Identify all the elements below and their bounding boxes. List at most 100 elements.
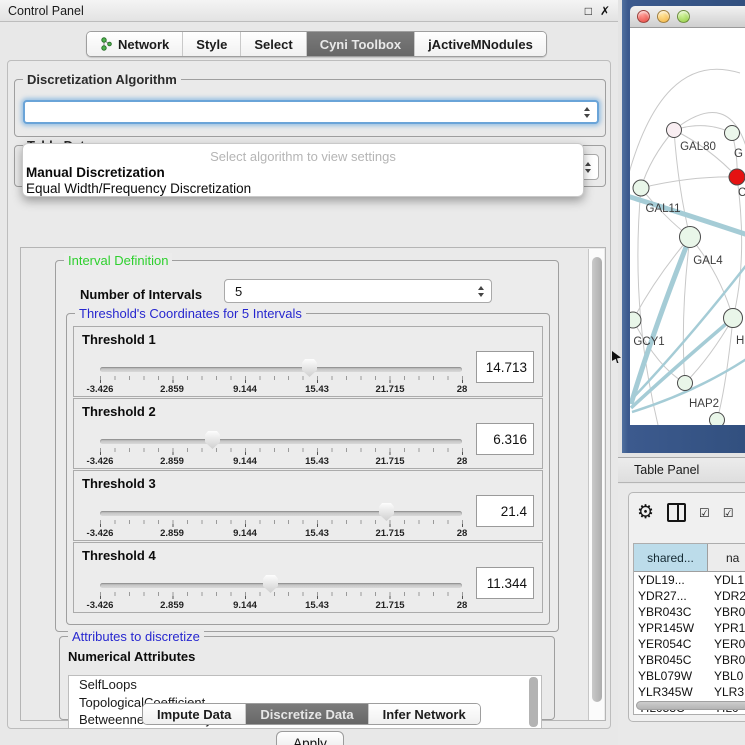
column-header-shared-name[interactable]: shared... bbox=[634, 544, 708, 571]
table-row[interactable]: YPR145W YPR1 bbox=[634, 620, 745, 636]
table-row[interactable]: YDL19... YDL1 bbox=[634, 572, 745, 588]
network-icon bbox=[100, 37, 113, 51]
list-item[interactable]: SelfLoops bbox=[69, 676, 541, 694]
table-panel-titlebar: Table Panel bbox=[618, 457, 745, 483]
cell-shared-name: YDL19... bbox=[634, 573, 708, 587]
node-gal4[interactable] bbox=[680, 227, 701, 248]
slider-ticks-minor bbox=[100, 592, 463, 596]
num-intervals-label: Number of Intervals bbox=[80, 287, 202, 302]
tick-label: -3.426 bbox=[70, 600, 130, 611]
node-red-selected[interactable] bbox=[729, 169, 745, 185]
node-gcy1[interactable] bbox=[630, 312, 641, 328]
column-header-name[interactable]: na bbox=[708, 544, 745, 571]
tick-label: 9.144 bbox=[215, 384, 275, 395]
table-horizontal-scrollbar[interactable] bbox=[636, 701, 745, 710]
table-row[interactable]: YBL079W YBL0 bbox=[634, 668, 745, 684]
node-top-right[interactable] bbox=[725, 126, 740, 141]
table-row[interactable]: YER054C YER0 bbox=[634, 636, 745, 652]
control-panel-window: Control Panel □ ✗ Network bbox=[0, 0, 618, 745]
cyni-content-frame: Discretization Algorithm Table Data galF… bbox=[7, 60, 611, 729]
cell-name: YBR0 bbox=[708, 653, 745, 667]
table-row[interactable]: YBR043C YBR0 bbox=[634, 604, 745, 620]
threshold-2-label: Threshold 2 bbox=[82, 404, 156, 419]
tab-style[interactable]: Style bbox=[183, 32, 241, 56]
minimize-traffic-light-icon[interactable] bbox=[657, 10, 670, 23]
tab-jactivemnodules-label: jActiveMNodules bbox=[428, 37, 533, 52]
zoom-traffic-light-icon[interactable] bbox=[677, 10, 690, 23]
settings-scrollbar[interactable] bbox=[588, 249, 604, 720]
threshold-2-slider-thumb[interactable] bbox=[205, 431, 220, 449]
tick-label: -3.426 bbox=[70, 384, 130, 395]
cell-shared-name: YBR043C bbox=[634, 605, 708, 619]
threshold-1-slider-thumb[interactable] bbox=[302, 359, 317, 377]
threshold-2-slider-track[interactable] bbox=[100, 439, 462, 444]
close-window-icon[interactable]: ✗ bbox=[600, 5, 610, 17]
cell-shared-name: YLR345W bbox=[634, 685, 708, 699]
slider-ticks-minor bbox=[100, 520, 463, 524]
threshold-3-slider-track[interactable] bbox=[100, 511, 462, 516]
tab-select[interactable]: Select bbox=[241, 32, 306, 56]
checkbox-icon[interactable]: ☑ bbox=[723, 507, 734, 519]
threshold-4-slider-track[interactable] bbox=[100, 583, 462, 588]
threshold-2-value-field[interactable]: 6.316 bbox=[476, 423, 534, 455]
tick-label: 21.715 bbox=[360, 528, 420, 539]
combo-stepper-icon bbox=[585, 162, 591, 173]
cell-name: YDR2 bbox=[708, 589, 745, 603]
tab-impute-data[interactable]: Impute Data bbox=[143, 704, 246, 724]
apply-button[interactable]: Apply bbox=[276, 731, 344, 745]
threshold-3-label: Threshold 3 bbox=[82, 476, 156, 491]
attributes-group-title: Attributes to discretize bbox=[68, 629, 204, 644]
tab-jactivemnodules[interactable]: jActiveMNodules bbox=[415, 32, 546, 56]
network-canvas[interactable]: GAL80 G GAL11 C GAL4 GCY1 H HAP2 bbox=[630, 28, 745, 425]
table-row[interactable]: YDR27... YDR2 bbox=[634, 588, 745, 604]
threshold-4-value-field[interactable]: 11.344 bbox=[476, 567, 534, 599]
threshold-4-slider-thumb[interactable] bbox=[263, 575, 278, 593]
node-bottom[interactable] bbox=[710, 413, 725, 426]
table-row[interactable]: YBR045C YBR0 bbox=[634, 652, 745, 668]
node-hap2[interactable] bbox=[678, 376, 693, 391]
threshold-1-panel: Threshold 1 -3.426 2.859 9.144 15.43 21.… bbox=[73, 326, 543, 397]
threshold-3-panel: Threshold 3 -3.426 2.859 9.144 15.43 21.… bbox=[73, 470, 543, 541]
settings-scrollpane: Interval Definition Number of Intervals … bbox=[20, 247, 606, 721]
node-attribute-table[interactable]: shared... na YDL19... YDL1 YDR27... YDR2… bbox=[633, 543, 745, 715]
node-label: GAL4 bbox=[693, 255, 723, 267]
num-intervals-combobox[interactable]: 5 bbox=[224, 279, 492, 303]
tab-network[interactable]: Network bbox=[87, 32, 183, 56]
num-intervals-value: 5 bbox=[235, 284, 242, 299]
gear-icon[interactable]: ⚙ bbox=[637, 503, 654, 522]
checkbox-icon[interactable]: ☑ bbox=[699, 507, 710, 519]
threshold-1-slider-track[interactable] bbox=[100, 367, 462, 372]
split-columns-icon[interactable] bbox=[667, 503, 686, 522]
node-label: G bbox=[734, 148, 743, 160]
threshold-1-label: Threshold 1 bbox=[82, 332, 156, 347]
threshold-3-value-field[interactable]: 21.4 bbox=[476, 495, 534, 527]
cyni-bottom-tabbar: Impute Data Discretize Data Infer Networ… bbox=[142, 703, 481, 725]
tick-label: 2.859 bbox=[142, 600, 202, 611]
dropdown-option-manual-discretization[interactable]: Manual Discretization bbox=[23, 164, 583, 180]
dropdown-option-equal-width-frequency[interactable]: Equal Width/Frequency Discretization bbox=[23, 180, 583, 196]
table-panel-toolbar: ⚙ ☑ ☑ bbox=[637, 503, 734, 522]
tab-cyni-toolbox[interactable]: Cyni Toolbox bbox=[307, 32, 415, 56]
screen: Control Panel □ ✗ Network bbox=[0, 0, 745, 745]
table-row[interactable]: YLR345W YLR3 bbox=[634, 684, 745, 700]
node-h[interactable] bbox=[724, 309, 743, 328]
table-panel-title: Table Panel bbox=[634, 463, 699, 477]
threshold-1-value-field[interactable]: 14.713 bbox=[476, 351, 534, 383]
node-gal11[interactable] bbox=[633, 180, 649, 196]
tick-label: 28 bbox=[432, 384, 492, 395]
threshold-3-slider-thumb[interactable] bbox=[379, 503, 394, 521]
tick-label: 28 bbox=[432, 600, 492, 611]
node-gal80[interactable] bbox=[667, 123, 682, 138]
settings-scrollbar-thumb[interactable] bbox=[592, 257, 602, 702]
thresholds-groupbox: Threshold's Coordinates for 5 Intervals … bbox=[66, 313, 550, 625]
tick-label: 9.144 bbox=[215, 528, 275, 539]
attributes-list-scrollbar[interactable] bbox=[529, 677, 538, 727]
tick-label: 15.43 bbox=[287, 384, 347, 395]
tab-infer-network[interactable]: Infer Network bbox=[369, 704, 480, 724]
threshold-2-panel: Threshold 2 -3.426 2.859 9.144 15.43 21.… bbox=[73, 398, 543, 469]
algorithm-combobox[interactable] bbox=[23, 100, 599, 124]
close-traffic-light-icon[interactable] bbox=[637, 10, 650, 23]
tick-label: 21.715 bbox=[360, 384, 420, 395]
tab-discretize-data[interactable]: Discretize Data bbox=[246, 704, 368, 724]
float-window-icon[interactable]: □ bbox=[585, 5, 592, 17]
